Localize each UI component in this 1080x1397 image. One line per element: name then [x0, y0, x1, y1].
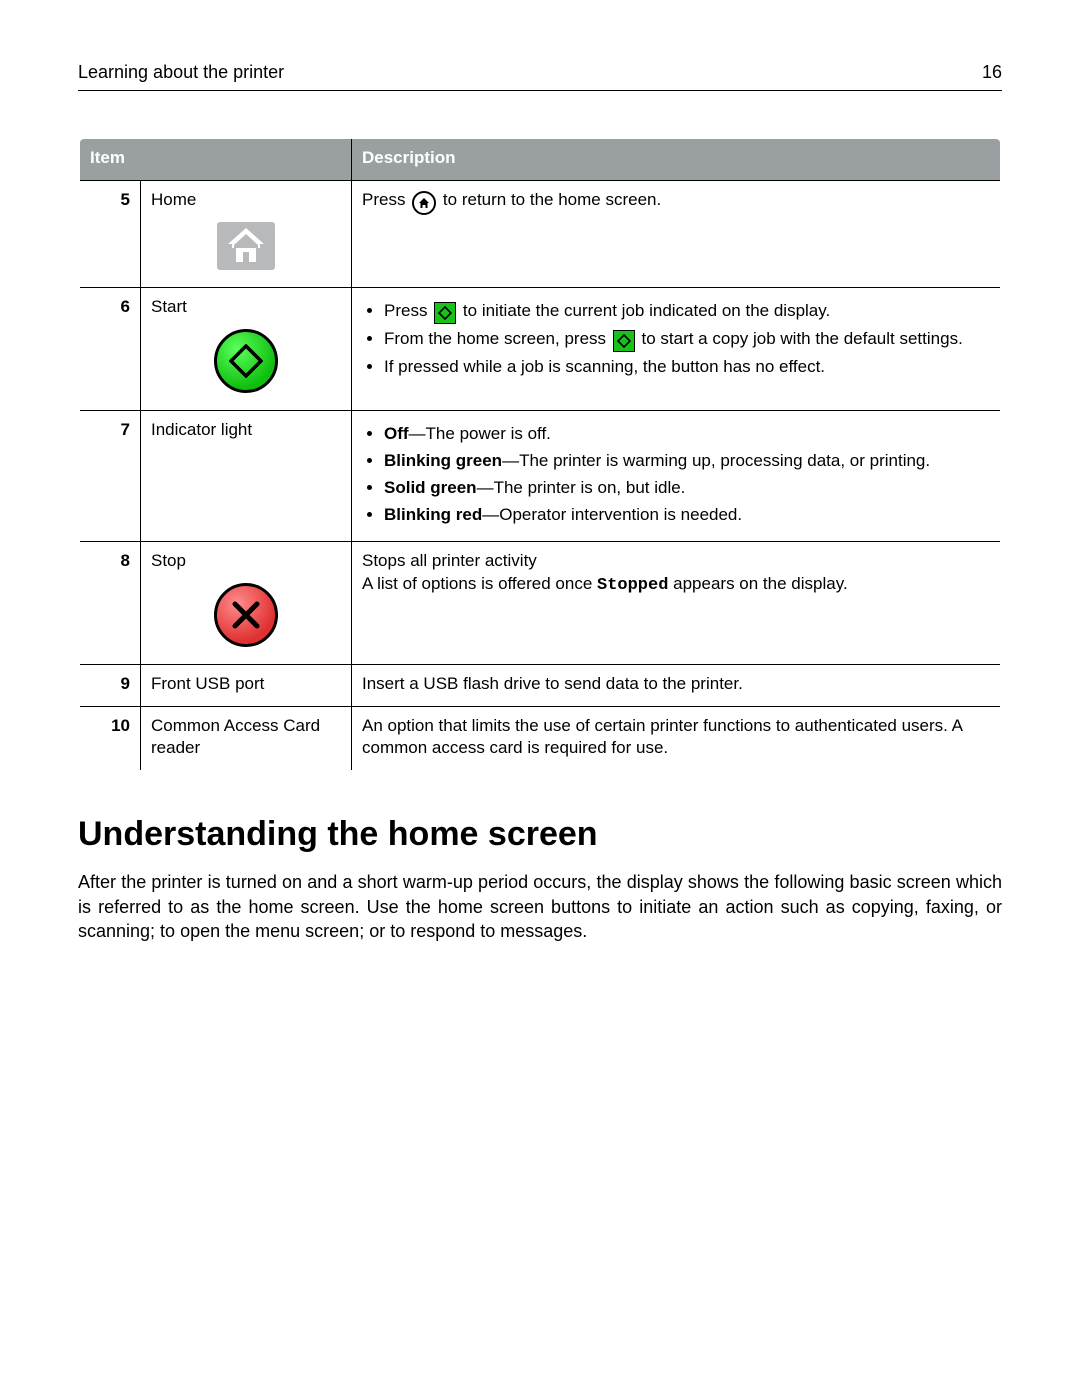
table-row: 9 Front USB port Insert a USB flash driv… [79, 664, 1001, 706]
row-number: 7 [79, 410, 141, 541]
item-name: Start [151, 297, 187, 316]
section-heading: Understanding the home screen [78, 812, 1002, 858]
row-item: Indicator light [141, 410, 352, 541]
chapter-title: Learning about the printer [78, 60, 284, 84]
start-icon [434, 302, 456, 324]
row-description: Off—The power is off. Blinking green—The… [352, 410, 1002, 541]
row-number: 6 [79, 288, 141, 411]
table-row: 6 Start Press [79, 288, 1001, 411]
row-description: Stops all printer activity A list of opt… [352, 541, 1002, 664]
column-description: Description [352, 138, 1002, 180]
row-item: Home [141, 181, 352, 288]
row-number: 10 [79, 706, 141, 771]
section-body: After the printer is turned on and a sho… [78, 870, 1002, 943]
row-item: Start [141, 288, 352, 411]
item-name: Stop [151, 551, 186, 570]
control-panel-table: Item Description 5 Home [78, 137, 1002, 772]
row-item: Stop [141, 541, 352, 664]
home-button-icon [217, 222, 275, 270]
row-number: 9 [79, 664, 141, 706]
row-item: Common Access Card reader [141, 706, 352, 771]
home-icon [412, 191, 436, 215]
row-description: Insert a USB flash drive to send data to… [352, 664, 1002, 706]
start-button-icon [214, 329, 278, 393]
row-description: An option that limits the use of certain… [352, 706, 1002, 771]
table-row: 10 Common Access Card reader An option t… [79, 706, 1001, 771]
row-number: 8 [79, 541, 141, 664]
row-item: Front USB port [141, 664, 352, 706]
table-row: 5 Home [79, 181, 1001, 288]
item-name: Home [151, 190, 196, 209]
column-item: Item [79, 138, 352, 180]
running-header: Learning about the printer 16 [78, 60, 1002, 91]
page-number: 16 [982, 60, 1002, 84]
row-description: Press to return to the home screen. [352, 181, 1002, 288]
table-row: 8 Stop Stops all printer activity [79, 541, 1001, 664]
table-row: 7 Indicator light Off—The power is off. … [79, 410, 1001, 541]
stop-button-icon [214, 583, 278, 647]
row-description: Press to initiate the current job indica… [352, 288, 1002, 411]
start-icon [613, 330, 635, 352]
row-number: 5 [79, 181, 141, 288]
